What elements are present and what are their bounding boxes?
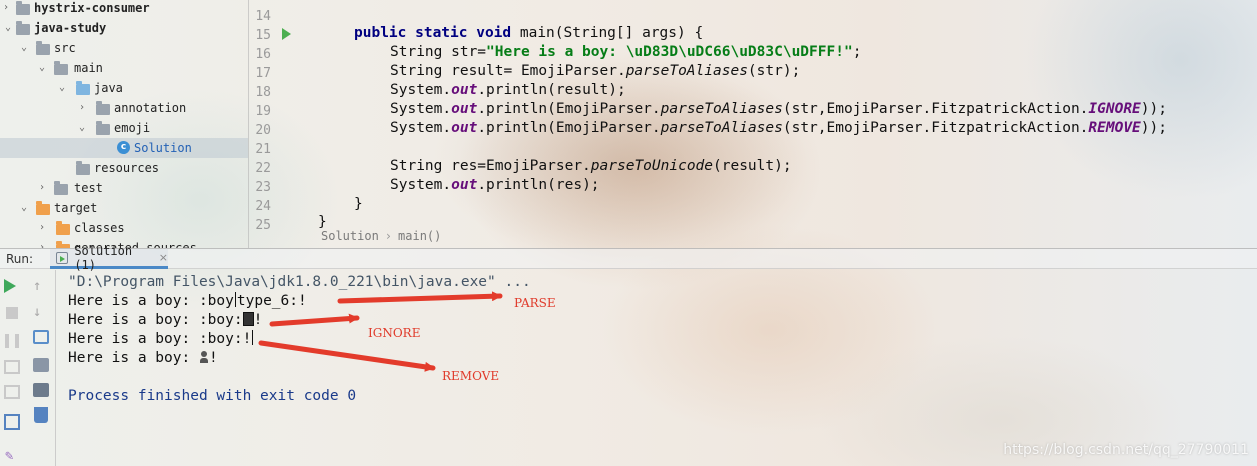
excluded-folder-icon: [56, 221, 70, 235]
code-line: System.out.println(EmojiParser.parseToAl…: [390, 120, 1167, 136]
code-line: String res=EmojiParser.parseToUnicode(re…: [390, 158, 792, 174]
tree-item-java-study[interactable]: ⌄ java-study: [0, 18, 248, 38]
package-icon: [96, 121, 110, 135]
chevron-down-icon[interactable]: ⌄: [76, 122, 88, 134]
breadcrumb-separator-icon: ›: [384, 229, 393, 243]
chevron-down-icon[interactable]: ⌄: [36, 62, 48, 74]
line-number: 15: [255, 28, 271, 43]
tab-label: Solution (1): [74, 243, 133, 272]
tree-item-annotation[interactable]: › annotation: [0, 98, 248, 118]
project-tree: › hystrix-consumer ⌄ java-study ⌄ src ⌄ …: [0, 0, 249, 248]
tree-item-main[interactable]: ⌄ main: [0, 58, 248, 78]
tree-item-java[interactable]: ⌄ java: [0, 78, 248, 98]
line-number-gutter: 14 15 16 17 18 19 20 21 22 23 24 25: [249, 0, 299, 233]
folder-icon: [54, 181, 68, 195]
line-number: 17: [255, 66, 271, 81]
run-config-icon: [56, 251, 69, 264]
module-folder-icon: [16, 1, 30, 15]
print-icon[interactable]: [33, 383, 49, 397]
class-icon: c: [117, 141, 130, 154]
pause-icon[interactable]: [5, 334, 19, 348]
tree-item-emoji[interactable]: ⌄ emoji: [0, 118, 248, 138]
arrow-up-icon[interactable]: ↑: [33, 278, 49, 294]
line-number: 21: [255, 142, 271, 157]
boy-emoji-icon: [199, 350, 209, 364]
soft-wrap-icon[interactable]: [33, 330, 49, 344]
code-line: System.out.println(EmojiParser.parseToAl…: [390, 101, 1167, 117]
chevron-down-icon[interactable]: ⌄: [18, 42, 30, 54]
run-tool-window-header: Run: Solution (1) ×: [0, 244, 1257, 272]
chevron-down-icon[interactable]: ⌄: [18, 202, 30, 214]
line-number: 14: [255, 9, 271, 24]
chevron-right-icon[interactable]: ›: [36, 222, 48, 234]
stop-icon[interactable]: [6, 307, 18, 319]
dump-threads-icon[interactable]: [4, 360, 20, 374]
package-icon: [96, 101, 110, 115]
layout-icon[interactable]: [4, 414, 20, 430]
tab-solution-run[interactable]: Solution (1) ×: [50, 244, 168, 272]
annotation-remove: REMOVE: [442, 369, 500, 383]
annotation-ignore: IGNORE: [368, 326, 421, 340]
chevron-down-icon[interactable]: ⌄: [56, 82, 68, 94]
console-line: Here is a boy: !: [68, 350, 218, 366]
run-toolbar: ↑ ↓ ✎: [0, 270, 56, 466]
code-line: public static void main(String[] args) {: [354, 25, 704, 41]
scroll-to-end-icon[interactable]: [33, 358, 49, 372]
settings-icon[interactable]: [4, 385, 20, 399]
source-folder-icon: [76, 81, 90, 95]
console-line: Here is a boy: :boy:!: [68, 312, 263, 328]
folder-icon: [54, 61, 68, 75]
code-line: }: [318, 214, 327, 228]
tree-item-solution[interactable]: c Solution: [0, 138, 248, 158]
breadcrumb-item-solution[interactable]: Solution: [321, 229, 379, 243]
tree-item-target[interactable]: ⌄ target: [0, 198, 248, 218]
skin-tone-glyph-icon: [242, 312, 254, 326]
pin-icon[interactable]: ✎: [5, 448, 21, 464]
code-editor[interactable]: public static void main(String[] args) {…: [303, 0, 1257, 228]
chevron-right-icon[interactable]: ›: [36, 182, 48, 194]
tree-item-resources[interactable]: resources: [0, 158, 248, 178]
line-number: 24: [255, 199, 271, 214]
code-line: }: [354, 196, 363, 212]
run-gutter-icon[interactable]: [282, 28, 291, 40]
console-line: Here is a boy: :boy type_6:!: [68, 292, 307, 309]
console-command-line: "D:\Program Files\Java\jdk1.8.0_221\bin\…: [68, 274, 531, 290]
chevron-right-icon[interactable]: ›: [76, 102, 88, 114]
rerun-icon[interactable]: [4, 279, 16, 293]
resources-folder-icon: [76, 161, 90, 175]
code-line: String str="Here is a boy: \uD83D\uDC66\…: [390, 44, 862, 60]
console-exit-line: Process finished with exit code 0: [68, 388, 357, 404]
arrow-down-icon[interactable]: ↓: [33, 304, 49, 320]
watermark: https://blog.csdn.net/qq_27790011: [1003, 442, 1249, 458]
breadcrumb-item-main[interactable]: main(): [398, 229, 441, 243]
line-number: 25: [255, 218, 271, 233]
folder-icon: [36, 41, 50, 55]
line-number: 18: [255, 85, 271, 100]
code-line: System.out.println(result);: [390, 82, 626, 98]
code-line: String result= EmojiParser.parseToAliase…: [390, 63, 801, 79]
console-output[interactable]: "D:\Program Files\Java\jdk1.8.0_221\bin\…: [68, 272, 1248, 462]
text-cursor: [252, 330, 254, 345]
console-line: Here is a boy: :boy:!: [68, 330, 254, 347]
tree-item-hystrix-consumer[interactable]: › hystrix-consumer: [0, 0, 248, 18]
tree-item-classes[interactable]: › classes: [0, 218, 248, 238]
annotation-parse: PARSE: [514, 296, 556, 310]
line-number: 19: [255, 104, 271, 119]
run-label: Run:: [6, 252, 34, 266]
code-line: System.out.println(res);: [390, 177, 600, 193]
line-number: 16: [255, 47, 271, 62]
text-cursor: [234, 292, 236, 307]
line-number: 23: [255, 180, 271, 195]
tree-item-test[interactable]: › test: [0, 178, 248, 198]
close-icon[interactable]: ×: [159, 251, 168, 264]
tree-item-src[interactable]: ⌄ src: [0, 38, 248, 58]
excluded-folder-icon: [36, 201, 50, 215]
chevron-down-icon[interactable]: ⌄: [2, 22, 14, 34]
line-number: 20: [255, 123, 271, 138]
breadcrumb: Solution › main(): [321, 229, 441, 245]
trash-icon[interactable]: [34, 407, 48, 423]
line-number: 22: [255, 161, 271, 176]
chevron-right-icon[interactable]: ›: [0, 2, 12, 14]
module-folder-icon: [16, 21, 30, 35]
